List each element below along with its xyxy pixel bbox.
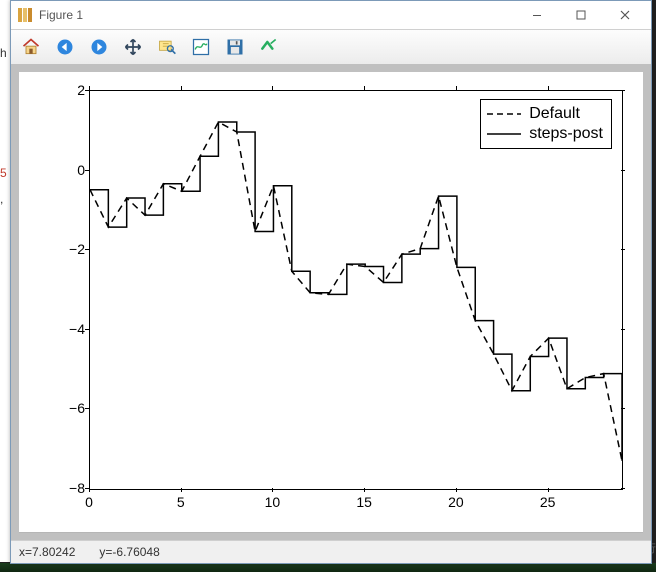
legend-label-steps: steps-post [529, 125, 603, 143]
y-tick-label: −6 [45, 400, 85, 416]
window-title: Figure 1 [39, 8, 83, 22]
x-tick-label: 10 [265, 494, 281, 510]
legend-swatch-dashed [487, 107, 521, 121]
x-tick-mark [456, 488, 457, 492]
x-tick-mark [364, 488, 365, 492]
x-tick-label: 20 [448, 494, 464, 510]
x-tick-mark [89, 488, 90, 492]
y-tick-mark [85, 408, 89, 409]
y-tick-mark [85, 170, 89, 171]
background-editor-strip: h 5 , [0, 0, 10, 562]
maximize-button[interactable] [559, 1, 603, 29]
pan-button[interactable] [119, 33, 147, 61]
desktop-background-strip [0, 563, 656, 572]
zoom-button[interactable] [153, 33, 181, 61]
home-button[interactable] [17, 33, 45, 61]
y-tick-label: 0 [45, 162, 85, 178]
minimize-button[interactable] [515, 1, 559, 29]
plot-lines [90, 91, 622, 489]
figure-window: Figure 1 [10, 0, 652, 564]
legend-entry-steps: steps-post [487, 124, 603, 144]
x-tick-label: 15 [356, 494, 372, 510]
legend-entry-default: Default [487, 104, 603, 124]
edit-parameters-button[interactable] [255, 33, 283, 61]
app-icon [17, 7, 33, 23]
y-tick-mark [85, 329, 89, 330]
figure-canvas[interactable]: Default steps-post −8−6−4−2020510152025 [11, 64, 651, 541]
behind-char-5: 5 [0, 166, 7, 180]
status-y: y=-6.76048 [99, 545, 159, 559]
y-tick-label: 2 [45, 82, 85, 98]
x-tick-label: 25 [540, 494, 556, 510]
x-tick-mark [548, 488, 549, 492]
save-button[interactable] [221, 33, 249, 61]
x-tick-label: 0 [85, 494, 93, 510]
status-x: x=7.80242 [19, 545, 75, 559]
x-tick-mark [181, 488, 182, 492]
y-tick-label: −8 [45, 480, 85, 496]
matplotlib-toolbar [11, 30, 651, 65]
close-button[interactable] [603, 1, 647, 29]
x-tick-mark [272, 488, 273, 492]
back-button[interactable] [51, 33, 79, 61]
legend-label-default: Default [529, 105, 580, 123]
behind-char-comma: , [0, 192, 3, 206]
y-tick-mark [85, 90, 89, 91]
x-tick-label: 5 [177, 494, 185, 510]
titlebar[interactable]: Figure 1 [11, 1, 651, 30]
y-tick-mark [85, 249, 89, 250]
axes: Default steps-post [89, 90, 623, 490]
behind-char-h: h [0, 46, 7, 60]
statusbar: x=7.80242 y=-6.76048 [11, 540, 651, 563]
y-tick-label: −2 [45, 241, 85, 257]
configure-subplots-button[interactable] [187, 33, 215, 61]
legend-swatch-solid [487, 127, 521, 141]
y-tick-label: −4 [45, 321, 85, 337]
legend: Default steps-post [480, 99, 612, 149]
forward-button[interactable] [85, 33, 113, 61]
chart-figure: Default steps-post −8−6−4−2020510152025 [19, 72, 643, 532]
